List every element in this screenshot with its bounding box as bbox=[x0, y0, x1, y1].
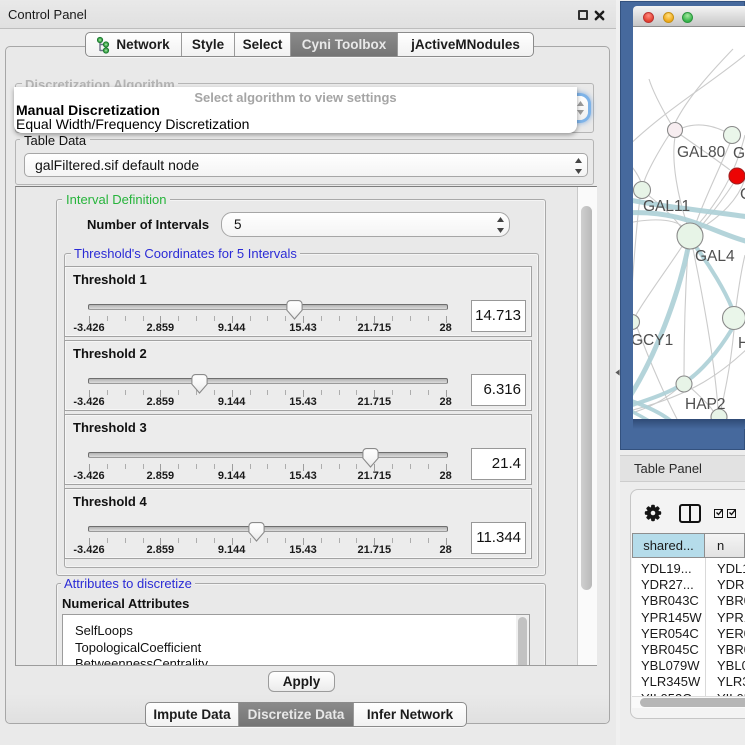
svg-text:H: H bbox=[738, 335, 745, 352]
svg-text:GA: GA bbox=[733, 145, 745, 162]
svg-text:GAL11: GAL11 bbox=[643, 198, 690, 215]
svg-text:GAL4: GAL4 bbox=[695, 248, 735, 265]
svg-text:C: C bbox=[740, 186, 745, 203]
svg-text:GAL80: GAL80 bbox=[677, 144, 726, 161]
svg-text:GCY1: GCY1 bbox=[633, 332, 673, 349]
svg-text:HAP2: HAP2 bbox=[685, 396, 726, 413]
